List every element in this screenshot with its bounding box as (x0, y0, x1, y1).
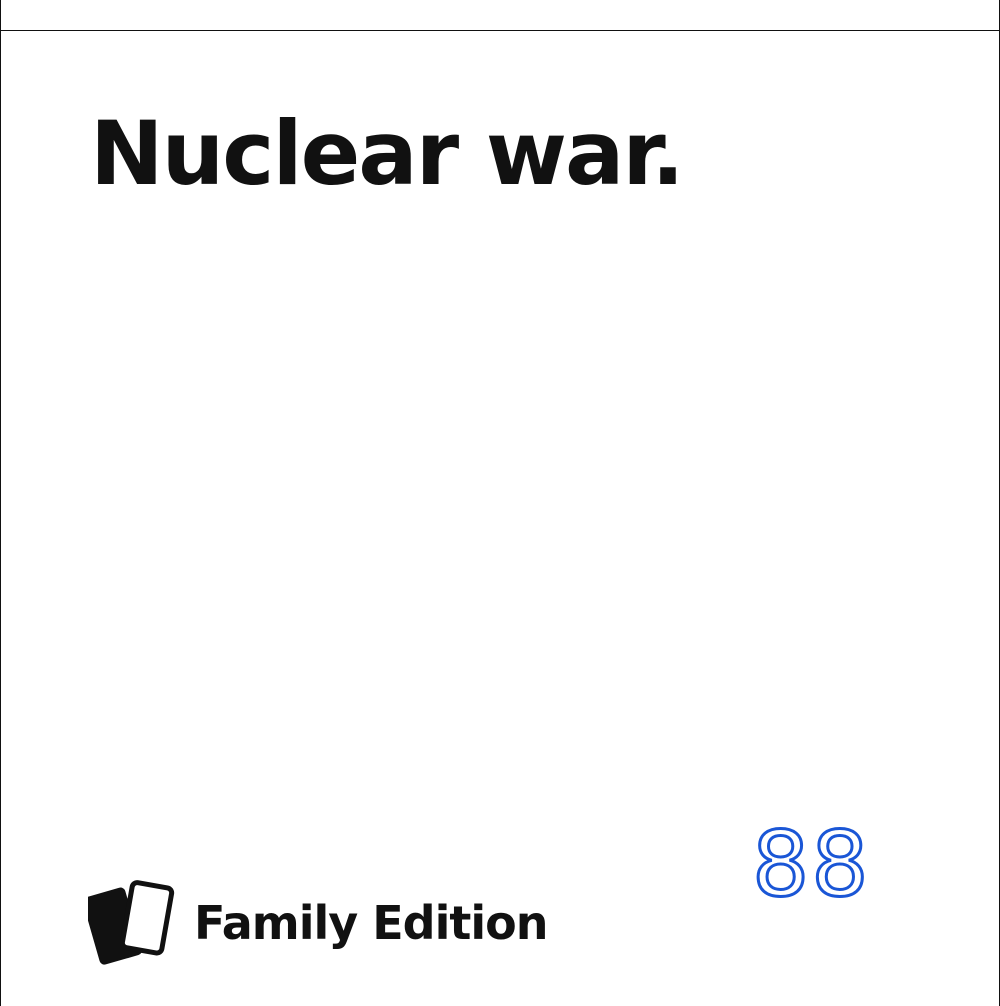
stacked-cards-icon (88, 880, 175, 965)
card-text: Nuclear war. (90, 102, 685, 205)
card-number: 88 (751, 812, 871, 917)
card-top-frame (0, 0, 1000, 30)
brand-logo: Family Edition (88, 880, 548, 966)
brand-label: Family Edition (194, 896, 548, 950)
